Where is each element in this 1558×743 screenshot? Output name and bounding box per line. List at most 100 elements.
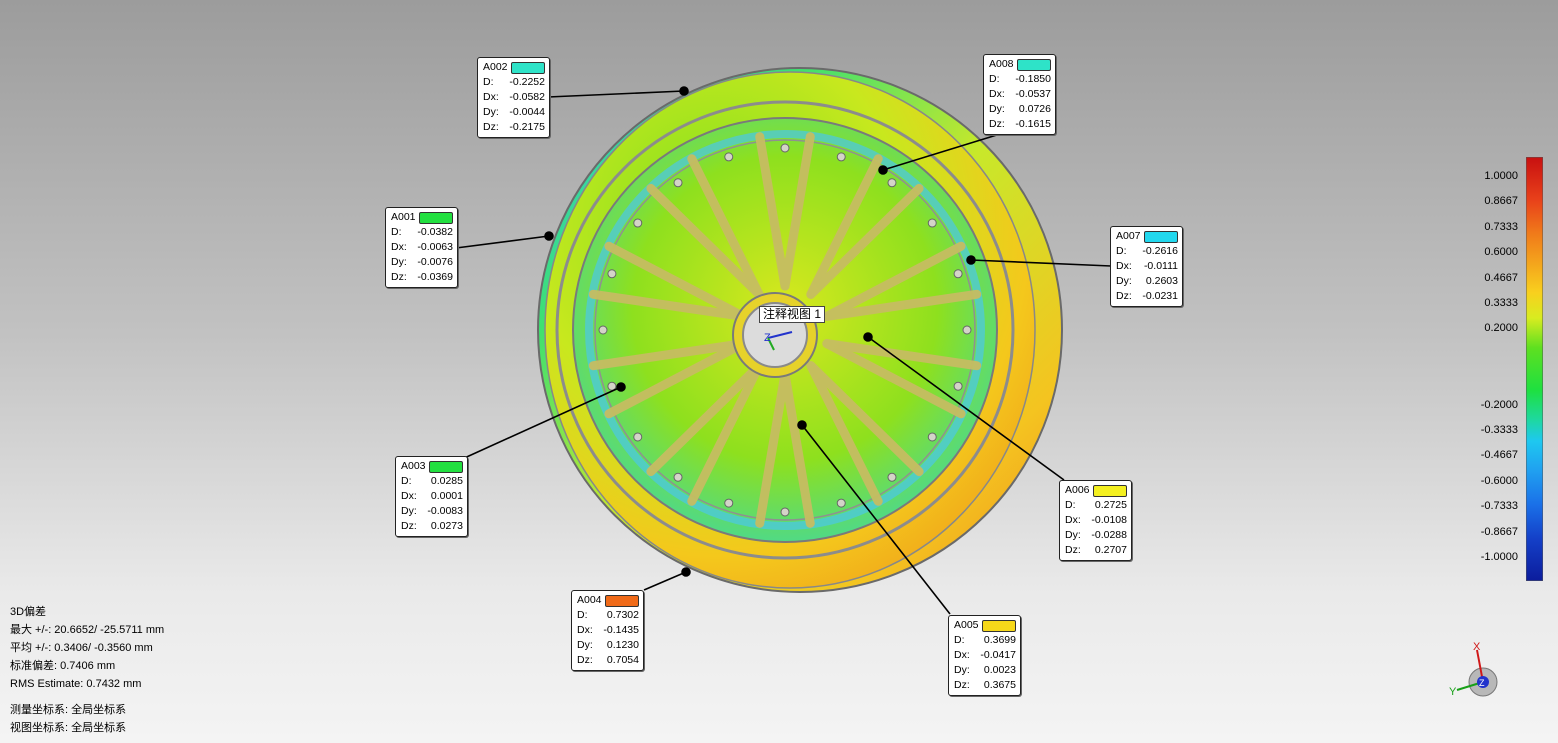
rim-bolt bbox=[962, 325, 972, 335]
label-dx: Dx: bbox=[1065, 514, 1081, 526]
rim-bolt bbox=[724, 152, 734, 162]
label-dx: Dx: bbox=[1116, 260, 1132, 272]
callout-id: A008 bbox=[989, 58, 1014, 70]
callout-a003[interactable]: A003 D: 0.0285 Dx: 0.0001 Dy: -0.0083 Dz: 0.… bbox=[395, 456, 468, 537]
label-dz: Dz: bbox=[989, 118, 1005, 130]
value-dy: -0.0076 bbox=[417, 256, 453, 268]
label-d: D: bbox=[401, 475, 412, 487]
legend-tick-label: -0.2000 bbox=[1480, 399, 1518, 411]
stats-average: 平均 +/-: 0.3406/ -0.3560 mm bbox=[10, 642, 153, 654]
label-dy: Dy: bbox=[954, 664, 970, 676]
rim-bolt bbox=[927, 218, 937, 228]
label-dx: Dx: bbox=[483, 91, 499, 103]
value-dz: 0.7054 bbox=[606, 654, 639, 666]
deviation-color-legend[interactable] bbox=[1526, 157, 1543, 581]
deviation-swatch bbox=[1017, 58, 1051, 71]
value-dx: -0.0417 bbox=[980, 649, 1016, 661]
axis-triad-icon[interactable]: X Y Z bbox=[1445, 636, 1515, 706]
callout-a007[interactable]: A007 D: -0.2616 Dx: -0.0111 Dy: 0.2603 Dz: -… bbox=[1110, 226, 1183, 307]
measure-coordinate-system: 测量坐标系: 全局坐标系 bbox=[10, 704, 127, 716]
label-dx: Dx: bbox=[989, 88, 1005, 100]
stats-title: 3D偏差 bbox=[10, 606, 47, 618]
callout-id: A003 bbox=[401, 460, 426, 472]
rim-bolt bbox=[633, 432, 643, 442]
label-dy: Dy: bbox=[401, 505, 417, 517]
legend-tick-label: 0.8667 bbox=[1484, 195, 1518, 207]
label-dz: Dz: bbox=[1065, 544, 1081, 556]
legend-tick-label: 1.0000 bbox=[1484, 170, 1518, 182]
deviation-swatch bbox=[511, 61, 545, 74]
value-d: -0.1850 bbox=[1015, 73, 1051, 85]
rim-bolt bbox=[887, 178, 897, 188]
legend-tick-label: -1.0000 bbox=[1480, 551, 1518, 563]
rim-bolt bbox=[780, 507, 790, 517]
rim-bolt bbox=[953, 381, 963, 391]
callout-a008[interactable]: A008 D: -0.1850 Dx: -0.0537 Dy: 0.0726 Dz: -… bbox=[983, 54, 1056, 135]
label-d: D: bbox=[1065, 499, 1076, 511]
value-d: 0.3699 bbox=[983, 634, 1016, 646]
callout-id: A006 bbox=[1065, 484, 1090, 496]
value-dx: 0.0001 bbox=[430, 490, 463, 502]
value-dx: -0.0063 bbox=[417, 241, 453, 253]
deviation-swatch bbox=[429, 460, 463, 473]
value-d: -0.0382 bbox=[417, 226, 453, 238]
callout-a005[interactable]: A005 D: 0.3699 Dx: -0.0417 Dy: 0.0023 Dz: 0.… bbox=[948, 615, 1021, 696]
label-d: D: bbox=[483, 76, 494, 88]
wheel-model[interactable]: Z bbox=[0, 0, 1558, 743]
value-d: 0.2725 bbox=[1094, 499, 1127, 511]
rim-bolt bbox=[598, 325, 608, 335]
label-dx: Dx: bbox=[391, 241, 407, 253]
label-dz: Dz: bbox=[954, 679, 970, 691]
legend-tick-label: 0.2000 bbox=[1484, 322, 1518, 334]
label-dy: Dy: bbox=[391, 256, 407, 268]
callout-id: A004 bbox=[577, 594, 602, 606]
rim-bolt bbox=[724, 498, 734, 508]
value-d: 0.0285 bbox=[430, 475, 463, 487]
value-dx: -0.0111 bbox=[1143, 260, 1178, 272]
stats-std-dev: 标准偏差: 0.7406 mm bbox=[10, 660, 116, 672]
label-dz: Dz: bbox=[401, 520, 417, 532]
legend-tick-label: 0.4667 bbox=[1484, 272, 1518, 284]
value-d: -0.2252 bbox=[509, 76, 545, 88]
value-dy: -0.0044 bbox=[509, 106, 545, 118]
callout-a006[interactable]: A006 D: 0.2725 Dx: -0.0108 Dy: -0.0288 Dz: 0… bbox=[1059, 480, 1132, 561]
label-dy: Dy: bbox=[577, 639, 593, 651]
value-dy: 0.2603 bbox=[1145, 275, 1178, 287]
label-d: D: bbox=[577, 609, 588, 621]
callout-a001[interactable]: A001 D: -0.0382 Dx: -0.0063 Dy: -0.0076 Dz:… bbox=[385, 207, 458, 288]
annotation-view-label[interactable]: 注释视图 1 bbox=[759, 306, 826, 323]
rim-bolt bbox=[633, 218, 643, 228]
rim-bolt bbox=[836, 498, 846, 508]
legend-tick-label: -0.4667 bbox=[1480, 449, 1518, 461]
rim-bolt bbox=[953, 269, 963, 279]
3d-viewport[interactable]: Z 注释视图 1 A002 D: -0.2252 Dx: -0.0582 Dy: -0… bbox=[0, 0, 1558, 743]
callout-a004[interactable]: A004 D: 0.7302 Dx: -0.1435 Dy: 0.1230 Dz: 0.… bbox=[571, 590, 644, 671]
label-d: D: bbox=[1116, 245, 1127, 257]
value-dy: 0.0023 bbox=[983, 664, 1016, 676]
legend-tick-label: -0.6000 bbox=[1480, 475, 1518, 487]
rim-bolt bbox=[780, 143, 790, 153]
callout-id: A005 bbox=[954, 619, 979, 631]
callout-id: A001 bbox=[391, 211, 416, 223]
legend-tick-label: 0.7333 bbox=[1484, 221, 1518, 233]
stats-max: 最大 +/-: 20.6652/ -25.5711 mm bbox=[10, 624, 165, 636]
rim-bolt bbox=[927, 432, 937, 442]
value-dy: -0.0288 bbox=[1091, 529, 1127, 541]
value-dz: 0.2707 bbox=[1094, 544, 1127, 556]
label-dz: Dz: bbox=[391, 271, 407, 283]
legend-tick-label: -0.7333 bbox=[1480, 500, 1518, 512]
value-d: 0.7302 bbox=[606, 609, 639, 621]
value-dx: -0.0108 bbox=[1091, 514, 1127, 526]
deviation-statistics: 3D偏差 最大 +/-: 20.6652/ -25.5711 mm 平均 +/-… bbox=[10, 603, 164, 737]
value-dz: -0.1615 bbox=[1015, 118, 1051, 130]
deviation-swatch bbox=[1144, 230, 1178, 243]
rim-bolt bbox=[673, 178, 683, 188]
label-dy: Dy: bbox=[483, 106, 499, 118]
label-dz: Dz: bbox=[483, 121, 499, 133]
deviation-swatch bbox=[419, 211, 453, 224]
label-dz: Dz: bbox=[577, 654, 593, 666]
stats-rms: RMS Estimate: 0.7432 mm bbox=[10, 678, 142, 690]
value-dz: -0.0231 bbox=[1142, 290, 1178, 302]
callout-a002[interactable]: A002 D: -0.2252 Dx: -0.0582 Dy: -0.0044 Dz:… bbox=[477, 57, 550, 138]
value-dy: 0.0726 bbox=[1018, 103, 1051, 115]
